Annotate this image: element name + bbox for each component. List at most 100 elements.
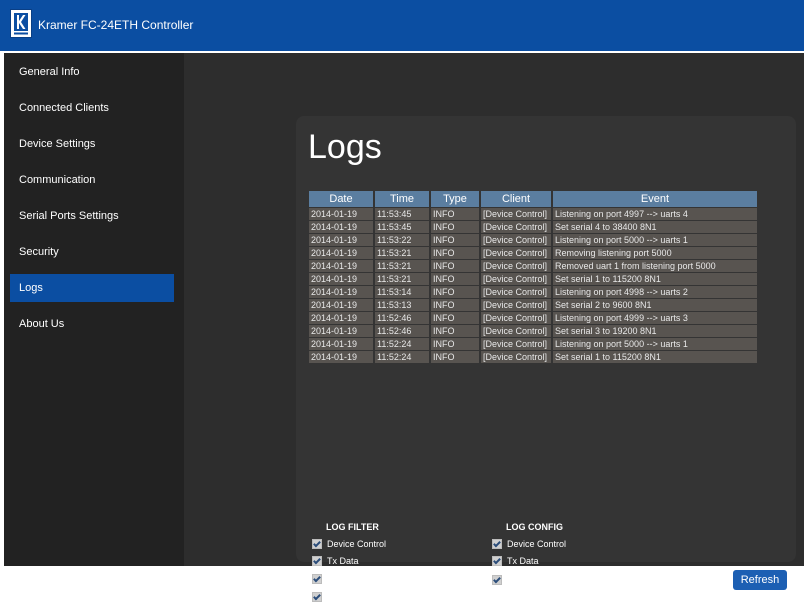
cell-event: Listening on port 5000 --> uarts 1 [553, 234, 757, 246]
filter-rx-data-label: Rx Data [327, 574, 360, 584]
table-row: 2014-01-19 11:52:46 INFO [Device Control] Li… [309, 312, 757, 324]
table-row: 2014-01-19 11:52:24 INFO [Device Control] Se… [309, 351, 757, 363]
sidebar-item-device-settings[interactable]: Device Settings [10, 130, 174, 158]
cell-date: 2014-01-19 [309, 208, 375, 220]
table-row: 2014-01-19 11:53:13 INFO [Device Control] Se… [309, 299, 757, 311]
config-tx-data-label: Tx Data [507, 556, 539, 566]
cell-type: INFO [431, 234, 481, 246]
table-row: 2014-01-19 11:53:45 INFO [Device Control] Li… [309, 208, 757, 220]
config-device-control-option[interactable]: Device Control [492, 538, 566, 550]
column-header-event: Event [553, 191, 757, 207]
cell-date: 2014-01-19 [309, 351, 375, 363]
cell-time: 11:52:46 [375, 325, 431, 337]
cell-time: 11:53:45 [375, 221, 431, 233]
cell-type: INFO [431, 351, 481, 363]
cell-time: 11:52:24 [375, 351, 431, 363]
cell-date: 2014-01-19 [309, 338, 375, 350]
cell-event: Listening on port 4999 --> uarts 3 [553, 312, 757, 324]
cell-date: 2014-01-19 [309, 260, 375, 272]
cell-type: INFO [431, 299, 481, 311]
table-row: 2014-01-19 11:53:22 INFO [Device Control] Li… [309, 234, 757, 246]
cell-type: INFO [431, 338, 481, 350]
cell-time: 11:53:21 [375, 273, 431, 285]
cell-event: Listening on port 5000 --> uarts 1 [553, 338, 757, 350]
cell-event: Removed uart 1 from listening port 5000 [553, 260, 757, 272]
cell-type: INFO [431, 221, 481, 233]
filter-device-control-label: Device Control [327, 539, 387, 549]
log-config-title: LOG CONFIG [506, 522, 563, 532]
sidebar-item-general-info[interactable]: General Info [10, 58, 174, 86]
cell-client: [Device Control] [481, 351, 553, 363]
sidebar-item-security[interactable]: Security [10, 238, 174, 266]
cell-client: [Device Control] [481, 299, 553, 311]
cell-date: 2014-01-19 [309, 234, 375, 246]
cell-time: 11:52:24 [375, 338, 431, 350]
cell-type: INFO [431, 260, 481, 272]
config-tx-data-checkbox[interactable] [492, 556, 502, 566]
config-rx-data-option[interactable]: Rx Data [492, 574, 540, 586]
config-tx-data-option[interactable]: Tx Data [492, 555, 539, 567]
cell-event: Removing listening port 5000 [553, 247, 757, 259]
filter-errors-checkbox[interactable] [312, 592, 322, 602]
cell-time: 11:53:14 [375, 286, 431, 298]
cell-client: [Device Control] [481, 338, 553, 350]
sidebar-item-communication[interactable]: Communication [10, 166, 174, 194]
filter-device-control-option[interactable]: Device Control [312, 538, 386, 550]
app-header: Kramer FC-24ETH Controller [0, 0, 804, 51]
cell-time: 11:53:13 [375, 299, 431, 311]
cell-client: [Device Control] [481, 221, 553, 233]
filter-rx-data-checkbox[interactable] [312, 574, 322, 584]
sidebar-item-connected-clients[interactable]: Connected Clients [10, 94, 174, 122]
cell-type: INFO [431, 273, 481, 285]
logs-table-body: 2014-01-19 11:53:45 INFO [Device Control] Li… [309, 208, 757, 363]
filter-rx-data-option[interactable]: Rx Data [312, 573, 360, 585]
filter-errors-label: Errors [327, 592, 352, 602]
page-title: Logs [308, 128, 382, 166]
table-header-row: Date Time Type Client Event [309, 191, 757, 207]
sidebar-item-about-us[interactable]: About Us [10, 310, 174, 338]
main-content: Logs Date Time Type Client Event 2014-01… [184, 53, 804, 602]
cell-time: 11:53:21 [375, 247, 431, 259]
cell-time: 11:53:21 [375, 260, 431, 272]
cell-event: Listening on port 4997 --> uarts 4 [553, 208, 757, 220]
table-row: 2014-01-19 11:53:21 INFO [Device Control] Re… [309, 260, 757, 272]
cell-time: 11:53:22 [375, 234, 431, 246]
column-header-type: Type [431, 191, 481, 207]
cell-time: 11:52:46 [375, 312, 431, 324]
cell-time: 11:53:45 [375, 208, 431, 220]
filter-errors-option[interactable]: Errors [312, 591, 352, 603]
filter-tx-data-label: Tx Data [327, 556, 359, 566]
column-header-time: Time [375, 191, 431, 207]
refresh-button[interactable]: Refresh [733, 570, 787, 590]
config-rx-data-checkbox[interactable] [492, 575, 502, 585]
sidebar-item-logs[interactable]: Logs [10, 274, 174, 302]
cell-date: 2014-01-19 [309, 286, 375, 298]
logs-panel: Logs Date Time Type Client Event 2014-01… [296, 116, 796, 602]
cell-event: Set serial 2 to 9600 8N1 [553, 299, 757, 311]
sidebar-item-serial-ports-settings[interactable]: Serial Ports Settings [10, 202, 174, 230]
config-device-control-checkbox[interactable] [492, 539, 502, 549]
cell-client: [Device Control] [481, 312, 553, 324]
table-row: 2014-01-19 11:53:45 INFO [Device Control] Se… [309, 221, 757, 233]
cell-type: INFO [431, 325, 481, 337]
column-header-client: Client [481, 191, 553, 207]
cell-type: INFO [431, 208, 481, 220]
kramer-logo-icon [10, 9, 32, 38]
cell-type: INFO [431, 286, 481, 298]
filter-device-control-checkbox[interactable] [312, 539, 322, 549]
table-row: 2014-01-19 11:53:21 INFO [Device Control] Se… [309, 273, 757, 285]
filter-tx-data-option[interactable]: Tx Data [312, 555, 359, 567]
filter-tx-data-checkbox[interactable] [312, 556, 322, 566]
cell-type: INFO [431, 312, 481, 324]
config-device-control-label: Device Control [507, 539, 567, 549]
logs-table: Date Time Type Client Event 2014-01-19 11… [309, 190, 757, 364]
cell-date: 2014-01-19 [309, 273, 375, 285]
log-filter-title: LOG FILTER [326, 522, 379, 532]
table-row: 2014-01-19 11:52:24 INFO [Device Control] Li… [309, 338, 757, 350]
cell-type: INFO [431, 247, 481, 259]
cell-client: [Device Control] [481, 260, 553, 272]
cell-date: 2014-01-19 [309, 325, 375, 337]
table-row: 2014-01-19 11:53:14 INFO [Device Control] Li… [309, 286, 757, 298]
cell-event: Set serial 3 to 19200 8N1 [553, 325, 757, 337]
cell-event: Listening on port 4998 --> uarts 2 [553, 286, 757, 298]
